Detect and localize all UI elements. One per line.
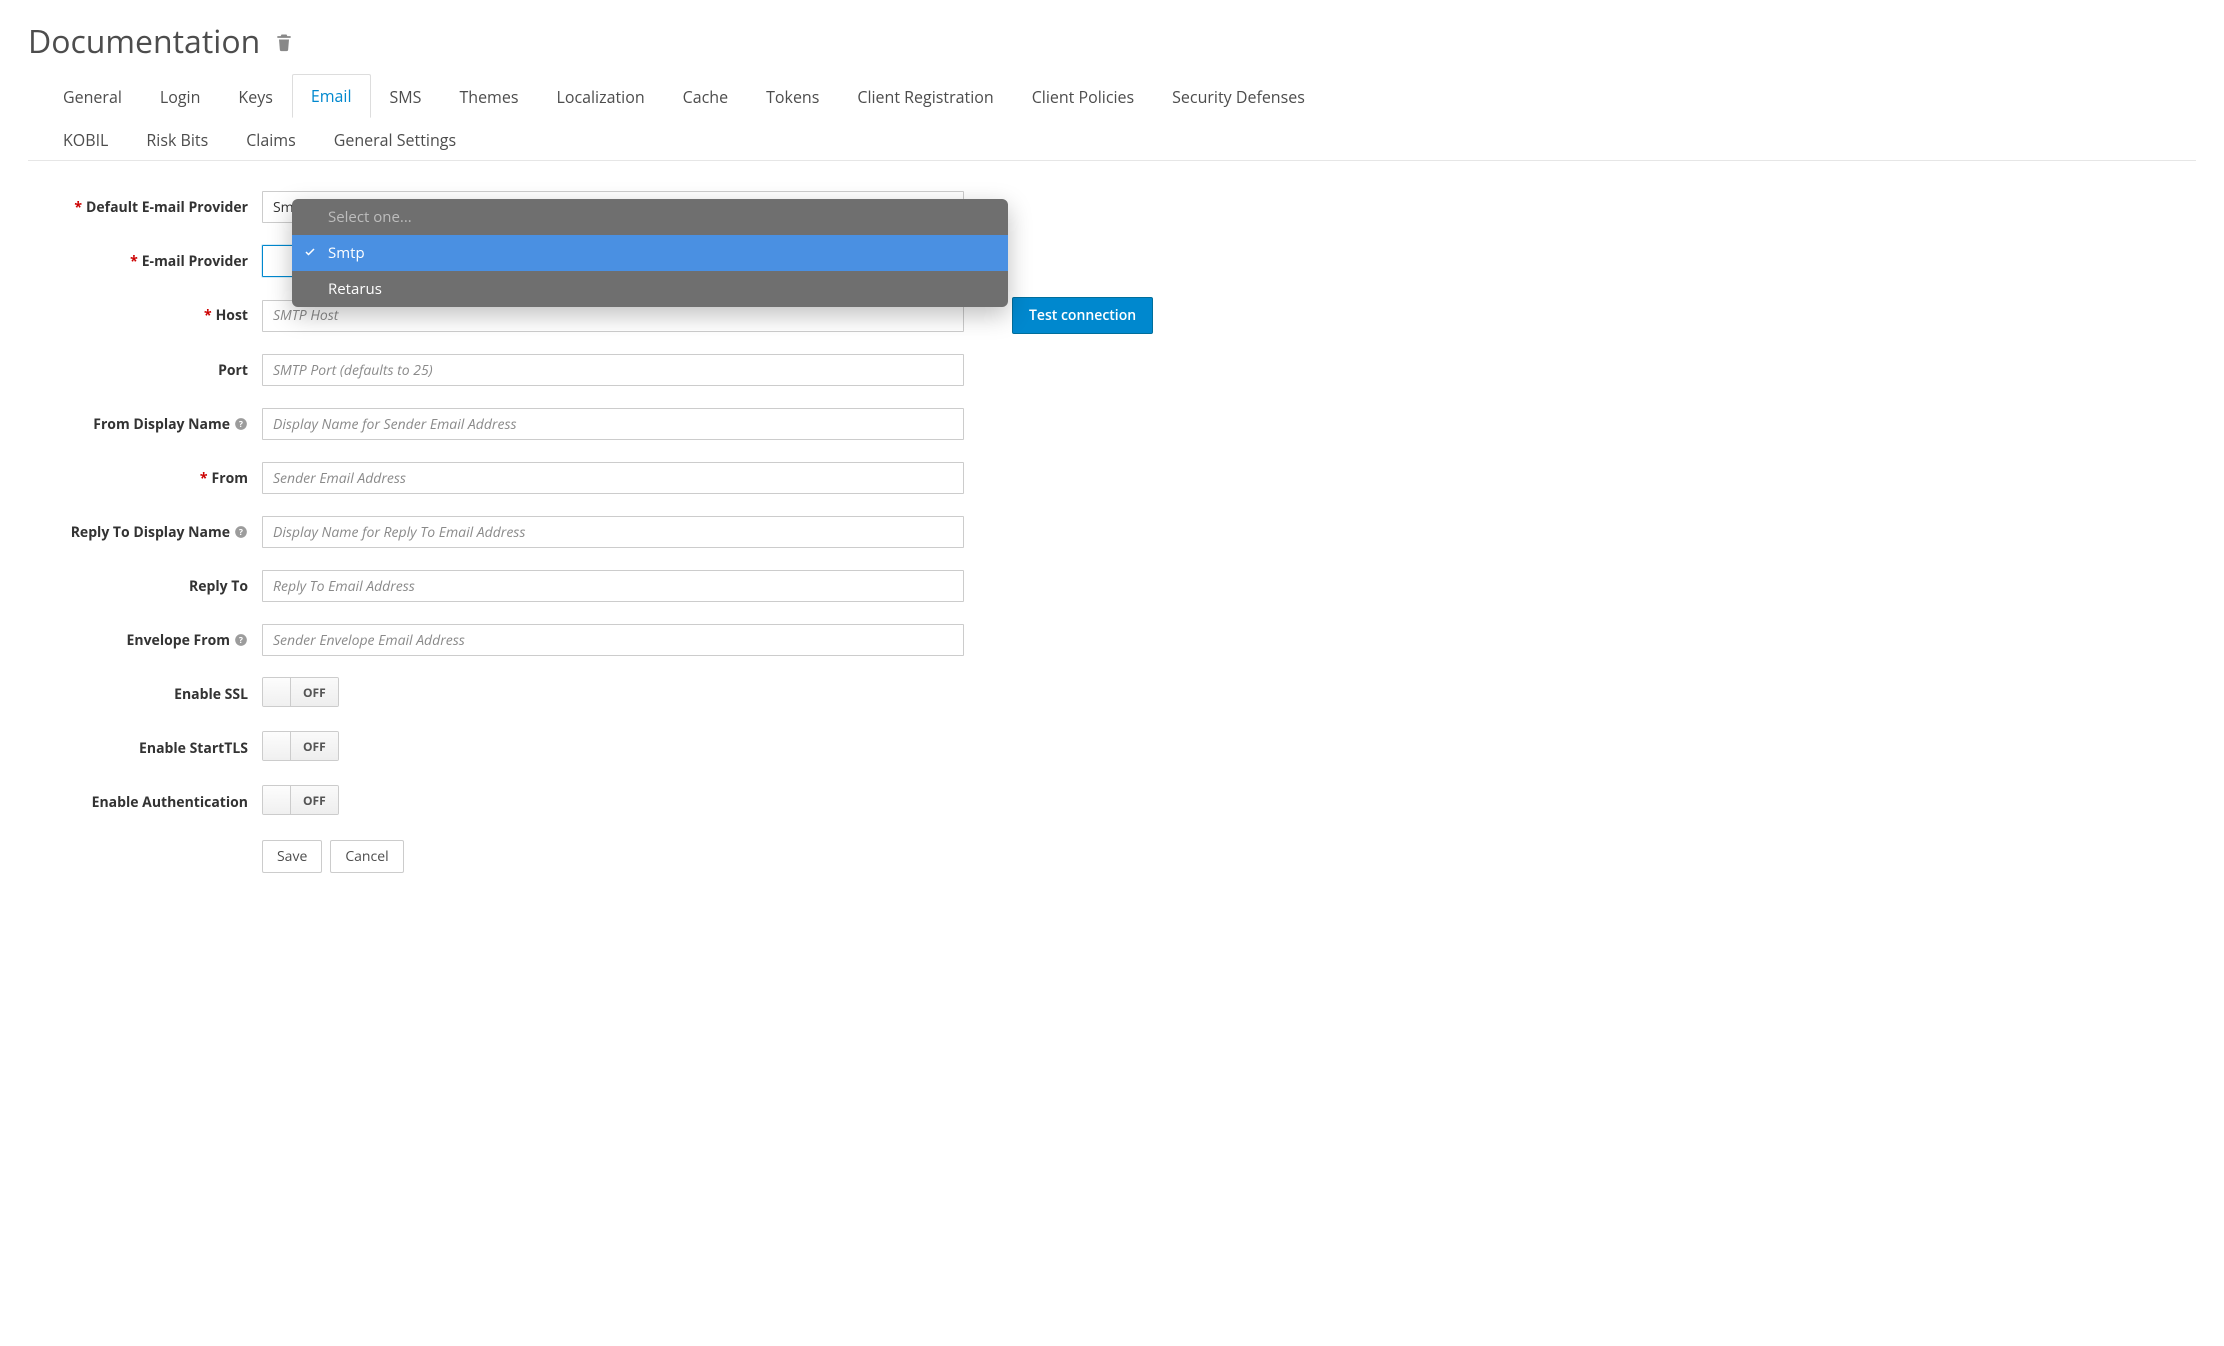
toggle-handle — [263, 732, 291, 760]
reply-display-label: Reply To Display Name — [71, 523, 230, 542]
envelope-from-input[interactable] — [262, 624, 964, 656]
reply-to-label: Reply To — [189, 577, 248, 596]
tab-kobil[interactable]: KOBIL — [44, 118, 127, 161]
dropdown-placeholder: Select one... — [292, 199, 1008, 235]
help-icon[interactable]: ? — [234, 525, 248, 539]
tab-localization[interactable]: Localization — [537, 75, 663, 118]
required-indicator: * — [74, 198, 82, 217]
tab-security-defenses[interactable]: Security Defenses — [1153, 75, 1324, 118]
required-indicator: * — [204, 306, 212, 325]
required-indicator: * — [200, 469, 208, 488]
port-label: Port — [218, 361, 248, 380]
enable-ssl-label: Enable SSL — [174, 685, 248, 704]
dropdown-option-retarus[interactable]: Retarus — [292, 271, 1008, 307]
enable-starttls-toggle[interactable]: OFF — [262, 731, 339, 761]
trash-icon[interactable] — [274, 31, 294, 53]
tab-general[interactable]: General — [44, 75, 141, 118]
toggle-handle — [263, 786, 291, 814]
toggle-state: OFF — [291, 732, 338, 760]
help-icon[interactable]: ? — [234, 417, 248, 431]
page-title: Documentation — [28, 20, 260, 63]
toggle-handle — [263, 678, 291, 706]
svg-text:?: ? — [239, 419, 243, 430]
tab-general-settings[interactable]: General Settings — [315, 118, 475, 161]
tab-email[interactable]: Email — [292, 74, 371, 118]
dropdown-option-label: Smtp — [328, 243, 365, 263]
host-label: Host — [216, 306, 248, 325]
tab-claims[interactable]: Claims — [227, 118, 314, 161]
tab-client-registration[interactable]: Client Registration — [838, 75, 1012, 118]
reply-display-input[interactable] — [262, 516, 964, 548]
check-icon — [304, 243, 316, 263]
default-provider-label: Default E-mail Provider — [86, 198, 248, 217]
dropdown-option-smtp[interactable]: Smtp — [292, 235, 1008, 271]
svg-text:?: ? — [239, 527, 243, 538]
from-label: From — [212, 469, 248, 488]
dropdown-option-label: Retarus — [328, 279, 382, 299]
envelope-from-label: Envelope From — [127, 631, 230, 650]
toggle-state: OFF — [291, 786, 338, 814]
tab-cache[interactable]: Cache — [664, 75, 747, 118]
toggle-state: OFF — [291, 678, 338, 706]
enable-auth-toggle[interactable]: OFF — [262, 785, 339, 815]
enable-starttls-label: Enable StartTLS — [139, 739, 248, 758]
tab-client-policies[interactable]: Client Policies — [1013, 75, 1153, 118]
from-input[interactable] — [262, 462, 964, 494]
test-connection-button[interactable]: Test connection — [1012, 297, 1153, 334]
reply-to-input[interactable] — [262, 570, 964, 602]
from-display-label: From Display Name — [93, 415, 230, 434]
help-icon[interactable]: ? — [234, 633, 248, 647]
from-display-input[interactable] — [262, 408, 964, 440]
tabs: General Login Keys Email SMS Themes Loca… — [28, 73, 2196, 161]
provider-dropdown[interactable]: Select one... Smtp Retarus — [292, 199, 1008, 307]
required-indicator: * — [130, 252, 138, 271]
enable-auth-label: Enable Authentication — [92, 793, 248, 812]
save-button[interactable]: Save — [262, 840, 322, 873]
tab-keys[interactable]: Keys — [219, 75, 291, 118]
tab-risk-bits[interactable]: Risk Bits — [127, 118, 227, 161]
email-provider-label: E-mail Provider — [142, 252, 248, 271]
cancel-button[interactable]: Cancel — [330, 840, 403, 873]
tab-tokens[interactable]: Tokens — [747, 75, 838, 118]
enable-ssl-toggle[interactable]: OFF — [262, 677, 339, 707]
svg-text:?: ? — [239, 635, 243, 646]
tab-themes[interactable]: Themes — [440, 75, 537, 118]
port-input[interactable] — [262, 354, 964, 386]
tab-login[interactable]: Login — [141, 75, 220, 118]
tab-sms[interactable]: SMS — [371, 75, 441, 118]
